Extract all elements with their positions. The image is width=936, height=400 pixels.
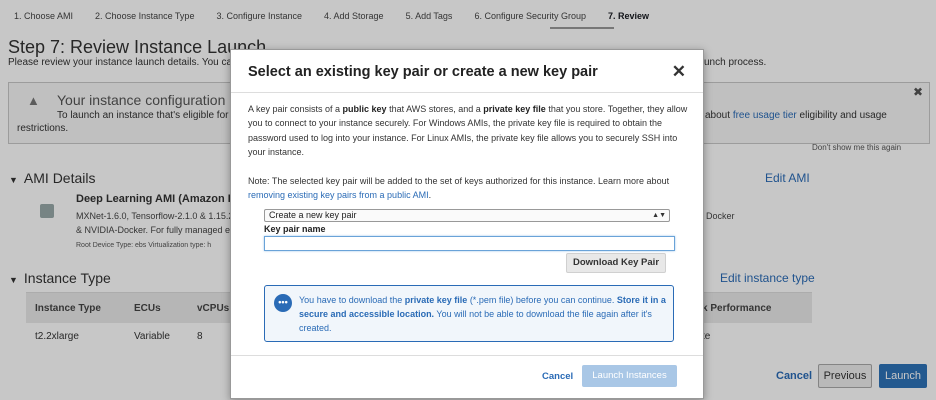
explanation-bold: public key	[342, 104, 387, 114]
select-arrows-icon: ▲▼	[652, 212, 666, 219]
explanation-text: A key pair consists of a	[248, 104, 343, 114]
download-info-alert: ••• You have to download the private key…	[264, 285, 674, 342]
info-chat-icon: •••	[274, 294, 292, 312]
info-text: You have to download the private key fil…	[299, 293, 669, 335]
removing-key-pairs-link[interactable]: removing existing key pairs from a publi…	[248, 190, 429, 200]
close-icon[interactable]: ✕	[672, 62, 686, 82]
key-pair-dialog: Select an existing key pair or create a …	[230, 49, 704, 399]
explanation-text: that AWS stores, and a	[386, 104, 484, 114]
dialog-header: Select an existing key pair or create a …	[231, 50, 703, 93]
download-key-pair-button[interactable]: Download Key Pair	[566, 253, 666, 273]
info-text-part: (*.pem file) before you can continue.	[467, 295, 617, 305]
dialog-footer: Cancel Launch Instances	[231, 355, 703, 398]
info-text-part: You have to download the	[299, 295, 405, 305]
select-value: Create a new key pair	[269, 210, 357, 220]
info-text-bold: private key file	[404, 295, 468, 305]
launch-instances-button[interactable]: Launch Instances	[582, 365, 677, 387]
key-pair-name-input[interactable]	[264, 236, 675, 251]
key-pair-explanation: A key pair consists of a public key that…	[248, 102, 694, 159]
explanation-bold: private key file	[483, 104, 546, 114]
note-text: .	[428, 190, 432, 201]
dialog-title: Select an existing key pair or create a …	[248, 64, 598, 80]
key-pair-name-label: Key pair name	[264, 224, 326, 234]
dialog-cancel-button[interactable]: Cancel	[542, 371, 573, 382]
note-text: Note: The selected key pair will be adde…	[248, 176, 670, 186]
key-pair-option-select[interactable]: Create a new key pair ▲▼	[264, 209, 670, 222]
key-pair-note: Note: The selected key pair will be adde…	[248, 174, 694, 203]
